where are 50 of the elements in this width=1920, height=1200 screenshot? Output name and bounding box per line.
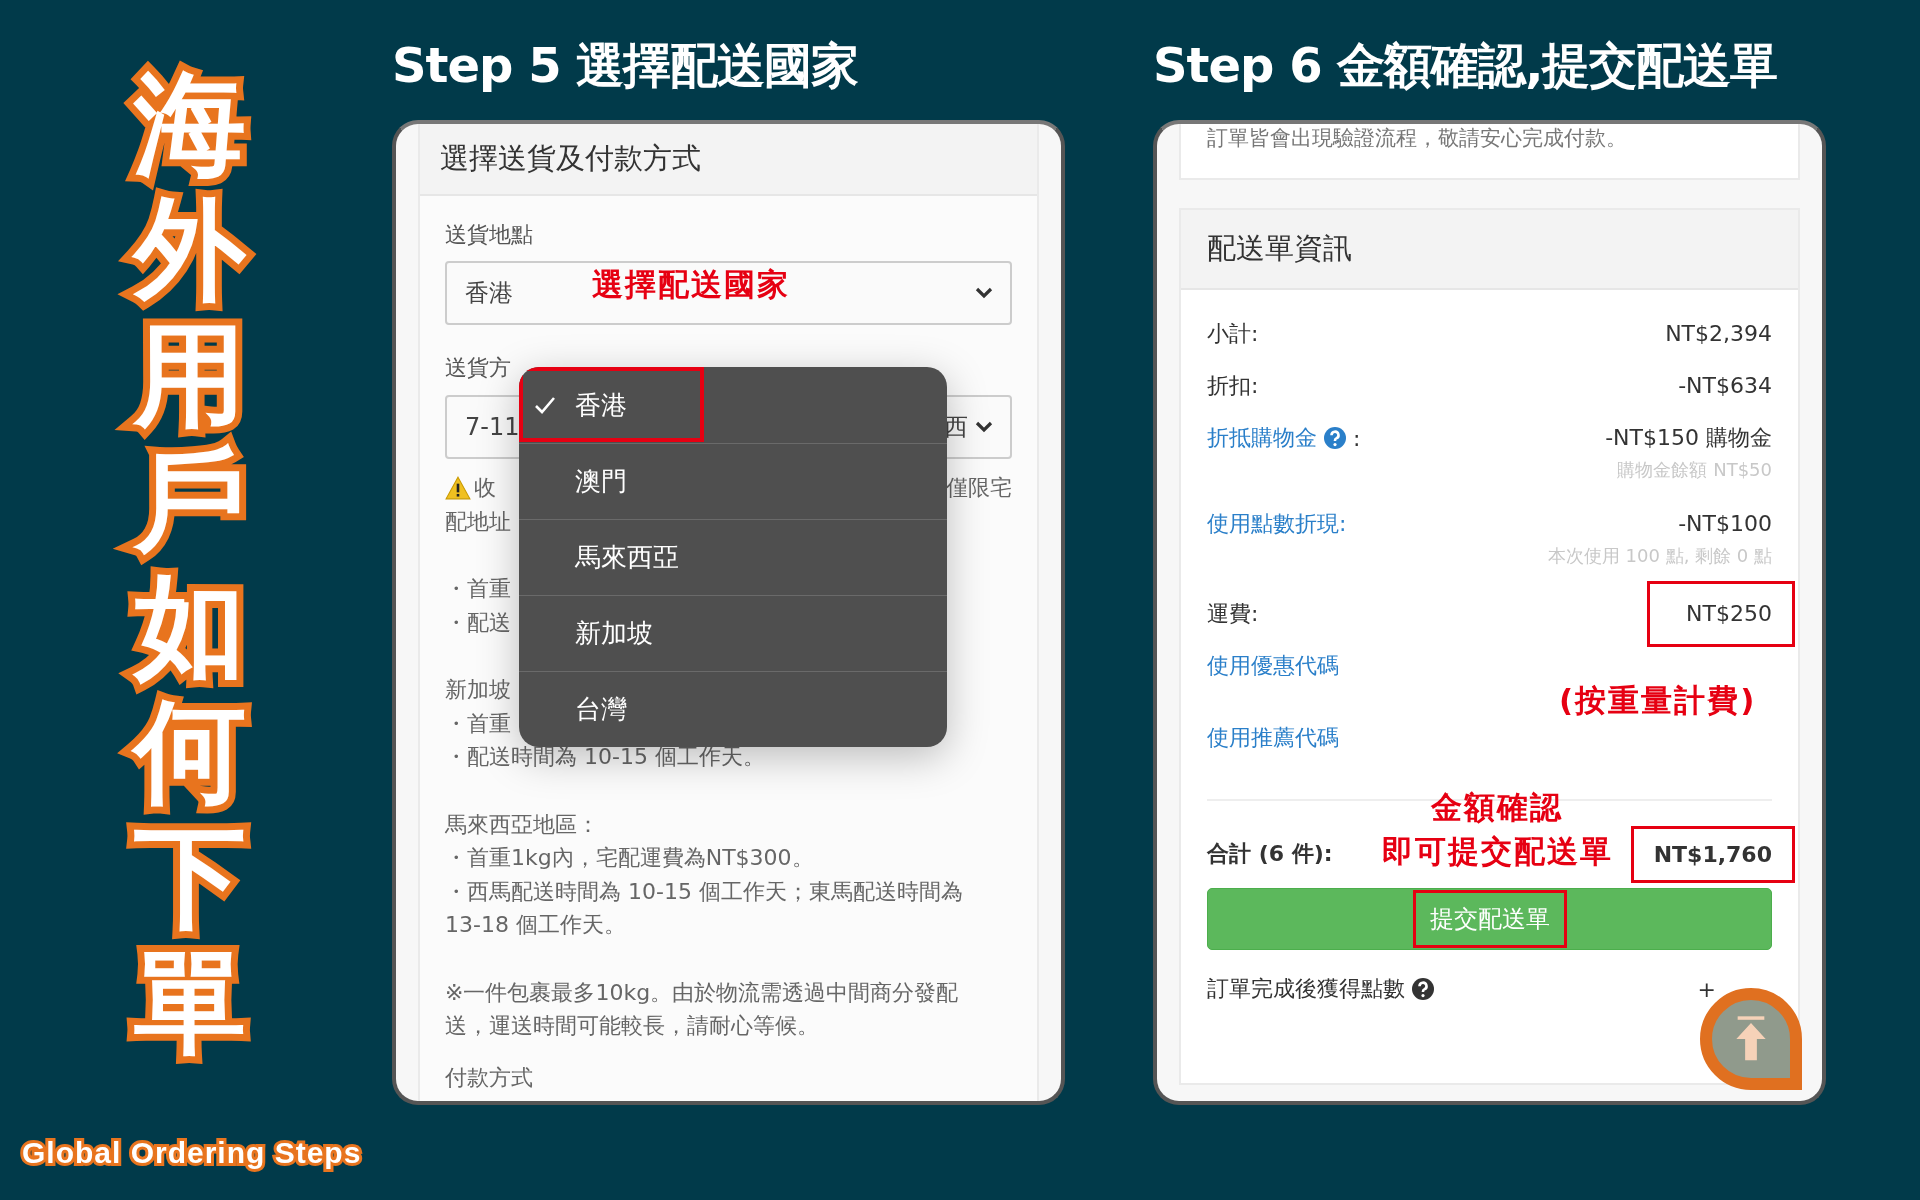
row-value: NT$250 bbox=[1647, 581, 1795, 647]
annotation-text: 金額確認 bbox=[1431, 788, 1563, 827]
note-text: 僅限宅 bbox=[946, 474, 1012, 502]
menu-item[interactable]: 澳門 bbox=[519, 443, 947, 519]
note-text: ・首重1kg內，宅配運費為NT$300。 bbox=[445, 844, 814, 872]
note-text: ・首重 bbox=[445, 575, 511, 603]
annotation-text: 即可提交配送單 bbox=[1381, 832, 1613, 871]
row-label: 運費: bbox=[1207, 600, 1259, 628]
note-text: 送，運送時間可能較長，請耐心等候。 bbox=[445, 1012, 819, 1040]
subtitle: Global Ordering Steps bbox=[22, 1136, 363, 1170]
total-label: 合計 (6 件): bbox=[1207, 840, 1333, 868]
note-text: 13-18 個工作天。 bbox=[445, 911, 626, 939]
note-text: 付款方式 bbox=[445, 1063, 533, 1092]
note-text: ・西馬配送時間為 10-15 個工作天；東馬配送時間為 bbox=[445, 877, 963, 906]
points-label: 訂單完成後獲得點數 bbox=[1207, 975, 1405, 1003]
note-text: 新加坡 bbox=[445, 676, 511, 704]
link[interactable]: 使用點數折現: bbox=[1207, 509, 1347, 539]
menu-item[interactable]: 新加坡 bbox=[519, 595, 947, 671]
row-value: -NT$634 bbox=[1678, 372, 1772, 400]
points-value: + bbox=[1697, 976, 1716, 1002]
row-value: NT$2,394 bbox=[1665, 320, 1772, 348]
note-text: ・首重 bbox=[445, 709, 511, 738]
row-label: : bbox=[1353, 425, 1361, 451]
link[interactable]: 使用優惠代碼 bbox=[1207, 649, 1772, 683]
link[interactable]: 折抵購物金 bbox=[1207, 423, 1317, 453]
note-text: 馬來西亞地區： bbox=[445, 810, 599, 839]
card-title: 配送單資訊 bbox=[1207, 230, 1352, 267]
row-label: 小計: bbox=[1207, 320, 1259, 348]
note-text: 配地址 bbox=[445, 507, 511, 536]
field-label: 送貨方 bbox=[445, 354, 512, 382]
help-icon bbox=[1411, 977, 1435, 1001]
menu-item[interactable]: 香港 bbox=[519, 367, 947, 443]
card-title: 選擇送貨及付款方式 bbox=[440, 140, 701, 177]
row-value: -NT$150 購物金 bbox=[1605, 424, 1772, 452]
row-label: 折扣: bbox=[1207, 372, 1259, 400]
note-text: 收 bbox=[474, 474, 496, 502]
step-heading: Step 5 選擇配送國家 bbox=[392, 36, 860, 95]
step-heading: Step 6 金額確認,提交配送單 bbox=[1153, 36, 1779, 95]
row-value: -NT$100 bbox=[1678, 510, 1772, 538]
field-label: 送貨地點 bbox=[445, 221, 534, 249]
notice-text: 訂單皆會出現驗證流程，敬請安心完成付款。 bbox=[1207, 125, 1628, 152]
annotation-text: (按重量計費) bbox=[1559, 681, 1757, 720]
total-value: NT$1,760 bbox=[1630, 825, 1795, 883]
link[interactable]: 使用推薦代碼 bbox=[1207, 721, 1772, 755]
annotation-text: 選擇配送國家 bbox=[592, 265, 790, 304]
note-text: ※一件包裹最多10kg。由於物流需透過中間商分發配 bbox=[445, 978, 959, 1007]
menu-item[interactable]: 台灣 bbox=[519, 671, 947, 747]
note-text: ・配送 bbox=[445, 608, 511, 637]
warning-icon bbox=[445, 474, 471, 501]
menu-item[interactable]: 馬來西亞 bbox=[519, 519, 947, 595]
